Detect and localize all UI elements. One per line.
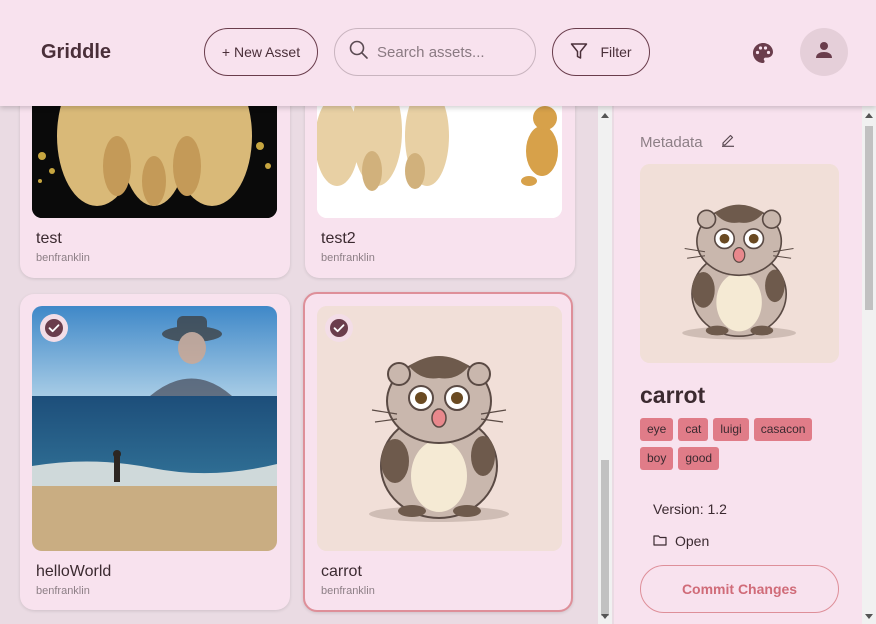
- scroll-down-icon[interactable]: [601, 614, 609, 619]
- asset-card[interactable]: helloWorld benfranklin: [20, 294, 290, 610]
- asset-thumbnail: [317, 106, 562, 218]
- asset-thumbnail: [32, 306, 277, 551]
- open-label: Open: [675, 533, 710, 549]
- asset-owner: benfranklin: [321, 252, 375, 264]
- metadata-header: Metadata: [640, 133, 735, 151]
- grid-scrollbar[interactable]: [598, 106, 612, 624]
- tag-chip[interactable]: eye: [640, 418, 674, 441]
- scroll-up-icon[interactable]: [865, 113, 873, 118]
- palette-icon[interactable]: [750, 40, 776, 66]
- app-header: Griddle + New Asset Filter: [0, 0, 876, 106]
- asset-card[interactable]: test2 benfranklin: [305, 106, 575, 278]
- scroll-up-icon[interactable]: [601, 113, 609, 118]
- tag-list: eye cat luigi casacon boy good: [640, 418, 840, 470]
- metadata-asset-name: carrot: [640, 382, 706, 408]
- search-box[interactable]: [334, 28, 536, 76]
- selected-check-icon[interactable]: [325, 314, 353, 342]
- tag-chip[interactable]: boy: [640, 447, 674, 470]
- asset-name: helloWorld: [36, 563, 112, 580]
- search-input[interactable]: [377, 43, 517, 61]
- asset-card[interactable]: carrot benfranklin: [303, 292, 573, 612]
- account-button[interactable]: [800, 28, 848, 76]
- commit-changes-button[interactable]: Commit Changes: [640, 565, 839, 613]
- panel-scrollbar-thumb[interactable]: [865, 126, 873, 310]
- asset-thumbnail: [32, 106, 277, 218]
- filter-icon: [570, 42, 588, 63]
- search-icon: [349, 40, 369, 65]
- metadata-heading: Metadata: [640, 133, 703, 151]
- version-text: Version: 1.2: [653, 501, 727, 517]
- scroll-down-icon[interactable]: [865, 614, 873, 619]
- asset-owner: benfranklin: [321, 585, 375, 597]
- open-link[interactable]: Open: [653, 533, 709, 549]
- asset-thumbnail: [317, 306, 562, 551]
- folder-icon: [653, 533, 667, 549]
- filter-label: Filter: [600, 44, 632, 60]
- asset-card[interactable]: test benfranklin: [20, 106, 290, 278]
- asset-name: carrot: [321, 563, 362, 580]
- panel-scrollbar[interactable]: [862, 106, 876, 624]
- asset-name: test: [36, 230, 62, 247]
- metadata-preview-image: [640, 164, 839, 363]
- metadata-panel: Metadata carrot eye cat luigi casacon bo…: [614, 106, 862, 624]
- asset-owner: benfranklin: [36, 252, 90, 264]
- new-asset-button[interactable]: + New Asset: [204, 28, 318, 76]
- grid-scrollbar-thumb[interactable]: [601, 460, 609, 616]
- asset-owner: benfranklin: [36, 585, 90, 597]
- pencil-icon[interactable]: [721, 133, 735, 151]
- person-icon: [814, 40, 834, 65]
- filter-button[interactable]: Filter: [552, 28, 650, 76]
- selected-check-icon[interactable]: [40, 314, 68, 342]
- tag-chip[interactable]: casacon: [753, 418, 813, 441]
- app-title: Griddle: [41, 41, 112, 63]
- tag-chip[interactable]: good: [678, 447, 720, 470]
- asset-grid: test benfranklin test2 benfranklin hello…: [0, 106, 598, 624]
- tag-chip[interactable]: cat: [678, 418, 709, 441]
- asset-name: test2: [321, 230, 356, 247]
- tag-chip[interactable]: luigi: [713, 418, 749, 441]
